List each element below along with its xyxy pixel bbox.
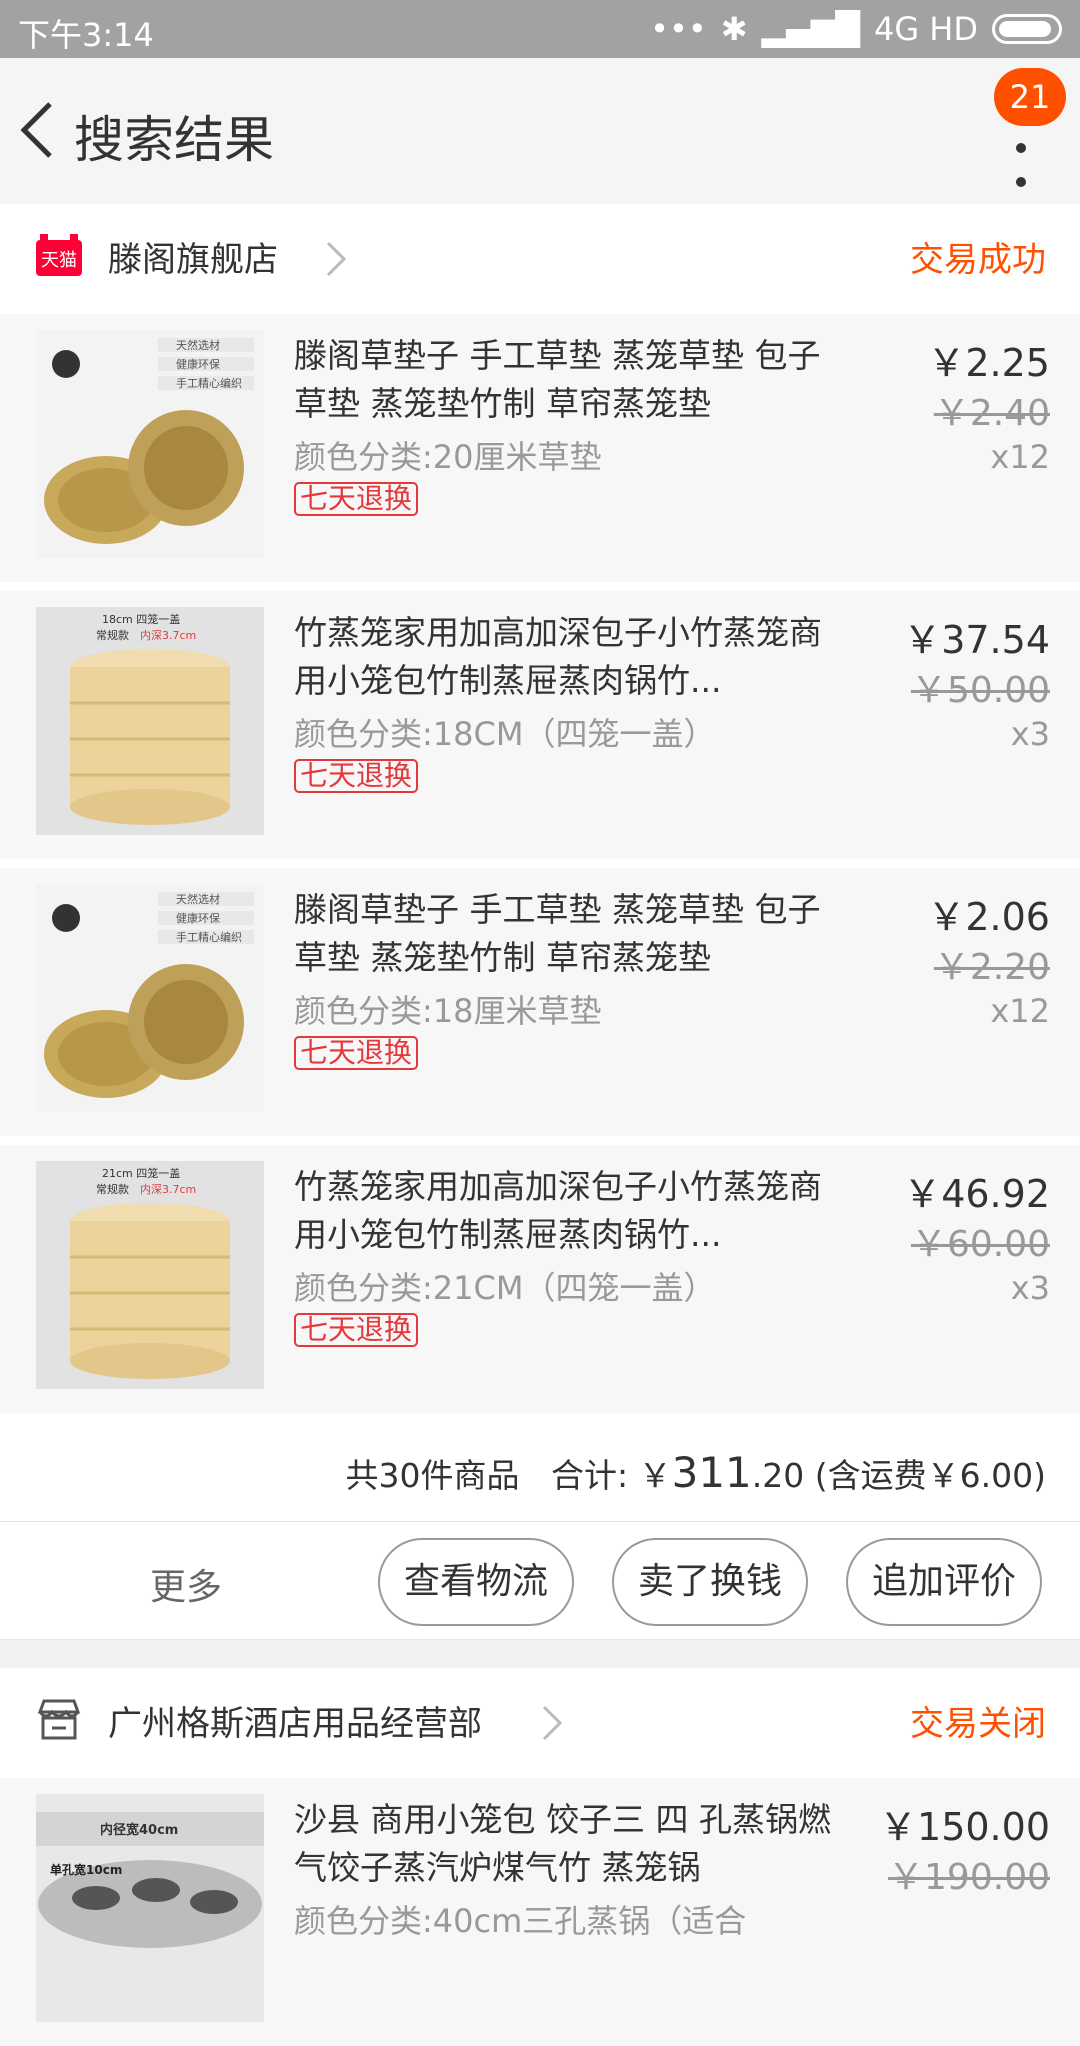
product-original-price: ￥2.20 xyxy=(933,947,1050,988)
svg-text:手工精心编织: 手工精心编织 xyxy=(176,376,242,390)
more-dots-icon: ••• xyxy=(650,10,707,48)
bluetooth-icon: ✱ xyxy=(720,10,748,48)
product-title: 沙县 商用小笼包 饺子三 四 孔蒸锅燃气饺子蒸汽炉煤气竹 蒸笼锅 xyxy=(294,1800,831,1887)
product-title: 竹蒸笼家用加高加深包子小竹蒸笼商用小笼包竹制蒸屉蒸肉锅竹... xyxy=(294,613,822,700)
shop-name[interactable]: 广州格斯酒店用品经营部 xyxy=(108,1696,482,1745)
chevron-right-icon xyxy=(542,1705,563,1741)
product-original-price: ￥2.40 xyxy=(933,393,1050,434)
back-arrow-icon[interactable] xyxy=(18,100,58,160)
total-integer: 311 xyxy=(671,1448,752,1497)
product-quantity: x12 xyxy=(990,992,1050,1030)
svg-text:内径宽40cm: 内径宽40cm xyxy=(100,1822,178,1838)
product-title: 滕阁草垫子 手工草垫 蒸笼草垫 包子草垫 蒸笼垫竹制 草帘蒸笼垫 xyxy=(294,890,821,977)
svg-text:21cm 四笼一盖: 21cm 四笼一盖 xyxy=(102,1166,180,1180)
svg-text:常规款: 常规款 xyxy=(96,628,129,642)
shop-row[interactable]: 广州格斯酒店用品经营部 交易关闭 xyxy=(0,1668,1080,1774)
svg-text:手工精心编织: 手工精心编织 xyxy=(176,930,242,944)
order-summary: 共30件商品 合计: ￥311.20 (含运费￥6.00) xyxy=(0,1414,1080,1522)
more-menu-icon[interactable] xyxy=(1006,118,1036,218)
svg-text:单孔宽10cm: 单孔宽10cm xyxy=(50,1862,122,1877)
order-item[interactable]: 天然选材 健康环保 手工精心编织 滕阁草垫子 手工草垫 蒸笼草垫 包子草垫 蒸笼… xyxy=(0,868,1080,1136)
order-card: 广州格斯酒店用品经营部 交易关闭 内径宽40cm 单孔宽10cm 沙县 商用小笼… xyxy=(0,1668,1080,2046)
return-policy-badge: 七天退换 xyxy=(294,482,419,516)
sell-for-cash-button[interactable]: 卖了换钱 xyxy=(612,1538,808,1626)
product-sku: 颜色分类:20厘米草垫 xyxy=(294,438,602,476)
product-sku: 颜色分类:40cm三孔蒸锅（适合 xyxy=(294,1902,747,1940)
signal-icon: ▂▄▆█ xyxy=(761,10,860,48)
product-quantity: x3 xyxy=(1010,1269,1050,1307)
product-price: ￥37.54 xyxy=(903,618,1050,662)
product-sku: 颜色分类:18厘米草垫 xyxy=(294,992,602,1030)
svg-text:天然选材: 天然选材 xyxy=(176,892,220,906)
more-button[interactable]: 更多 xyxy=(150,1558,222,1610)
svg-text:常规款: 常规款 xyxy=(96,1182,129,1196)
svg-text:健康环保: 健康环保 xyxy=(176,911,220,925)
network-label: 4G HD xyxy=(873,10,978,48)
order-total: 共30件商品 合计: ￥311.20 (含运费￥6.00) xyxy=(346,1448,1046,1497)
total-decimal: .20 xyxy=(751,1456,805,1495)
product-price: ￥2.06 xyxy=(927,895,1050,939)
order-card: 天猫 滕阁旗舰店 交易成功 天然选材 健康环保 手工精心编织 滕阁草垫子 手工草… xyxy=(0,204,1080,1640)
return-policy-badge: 七天退换 xyxy=(294,1313,419,1347)
order-item[interactable]: 18cm 四笼一盖 常规款 内深3.7cm 竹蒸笼家用加高加深包子小竹蒸笼商用小… xyxy=(0,591,1080,859)
svg-text:18cm 四笼一盖: 18cm 四笼一盖 xyxy=(102,612,180,626)
item-count: 共30件商品 xyxy=(345,1456,520,1495)
product-title: 竹蒸笼家用加高加深包子小竹蒸笼商用小笼包竹制蒸屉蒸肉锅竹... xyxy=(294,1167,822,1254)
store-icon xyxy=(37,1699,81,1740)
return-policy-badge: 七天退换 xyxy=(294,759,419,793)
total-label: 合计: ￥ xyxy=(551,1456,672,1495)
svg-text:健康环保: 健康环保 xyxy=(176,357,220,371)
product-thumbnail[interactable]: 内径宽40cm 单孔宽10cm xyxy=(36,1794,264,2022)
battery-icon xyxy=(992,14,1062,44)
product-thumbnail[interactable]: 21cm 四笼一盖 常规款 内深3.7cm xyxy=(36,1161,264,1389)
product-thumbnail[interactable]: 天然选材 健康环保 手工精心编织 xyxy=(36,884,264,1112)
product-thumbnail[interactable]: 18cm 四笼一盖 常规款 内深3.7cm xyxy=(36,607,264,835)
svg-text:天然选材: 天然选材 xyxy=(176,338,220,352)
product-original-price: ￥60.00 xyxy=(910,1224,1050,1265)
shop-row[interactable]: 天猫 滕阁旗舰店 交易成功 xyxy=(0,204,1080,310)
product-price: ￥150.00 xyxy=(879,1805,1050,1849)
product-sku: 颜色分类:18CM（四笼一盖） xyxy=(294,715,716,753)
status-icons: ••• ✱ ▂▄▆█ 4G HD xyxy=(650,10,1062,48)
product-quantity: x3 xyxy=(1010,715,1050,753)
product-original-price: ￥190.00 xyxy=(888,1857,1050,1898)
product-sku: 颜色分类:21CM（四笼一盖） xyxy=(294,1269,716,1307)
return-policy-badge: 七天退换 xyxy=(294,1036,419,1070)
status-time: 下午3:14 xyxy=(18,16,154,54)
shipping-fee: (含运费￥6.00) xyxy=(814,1456,1046,1495)
page-title: 搜索结果 xyxy=(74,111,274,169)
product-thumbnail[interactable]: 天然选材 健康环保 手工精心编织 xyxy=(36,330,264,558)
message-badge[interactable]: 21 xyxy=(994,68,1066,126)
product-title: 滕阁草垫子 手工草垫 蒸笼草垫 包子草垫 蒸笼垫竹制 草帘蒸笼垫 xyxy=(294,336,821,423)
svg-text:天猫: 天猫 xyxy=(41,250,77,271)
product-original-price: ￥50.00 xyxy=(910,670,1050,711)
chevron-right-icon xyxy=(326,241,347,277)
svg-text:内深3.7cm: 内深3.7cm xyxy=(140,628,196,642)
shop-name[interactable]: 滕阁旗舰店 xyxy=(108,232,278,281)
order-status: 交易关闭 xyxy=(910,1704,1046,1744)
product-price: ￥46.92 xyxy=(903,1172,1050,1216)
order-item[interactable]: 天然选材 健康环保 手工精心编织 滕阁草垫子 手工草垫 蒸笼草垫 包子草垫 蒸笼… xyxy=(0,314,1080,582)
nav-bar: 搜索结果 21 xyxy=(0,58,1080,204)
view-logistics-button[interactable]: 查看物流 xyxy=(378,1538,574,1626)
add-review-button[interactable]: 追加评价 xyxy=(846,1538,1042,1626)
svg-text:内深3.7cm: 内深3.7cm xyxy=(140,1182,196,1196)
order-status: 交易成功 xyxy=(910,240,1046,280)
order-item[interactable]: 21cm 四笼一盖 常规款 内深3.7cm 竹蒸笼家用加高加深包子小竹蒸笼商用小… xyxy=(0,1145,1080,1413)
product-price: ￥2.25 xyxy=(927,341,1050,385)
order-actions: 更多 查看物流 卖了换钱 追加评价 xyxy=(0,1522,1080,1640)
status-bar: 下午3:14 ••• ✱ ▂▄▆█ 4G HD xyxy=(0,0,1080,58)
tmall-logo-icon: 天猫 xyxy=(36,234,82,276)
order-item[interactable]: 内径宽40cm 单孔宽10cm 沙县 商用小笼包 饺子三 四 孔蒸锅燃气饺子蒸汽… xyxy=(0,1778,1080,2046)
product-quantity: x12 xyxy=(990,438,1050,476)
